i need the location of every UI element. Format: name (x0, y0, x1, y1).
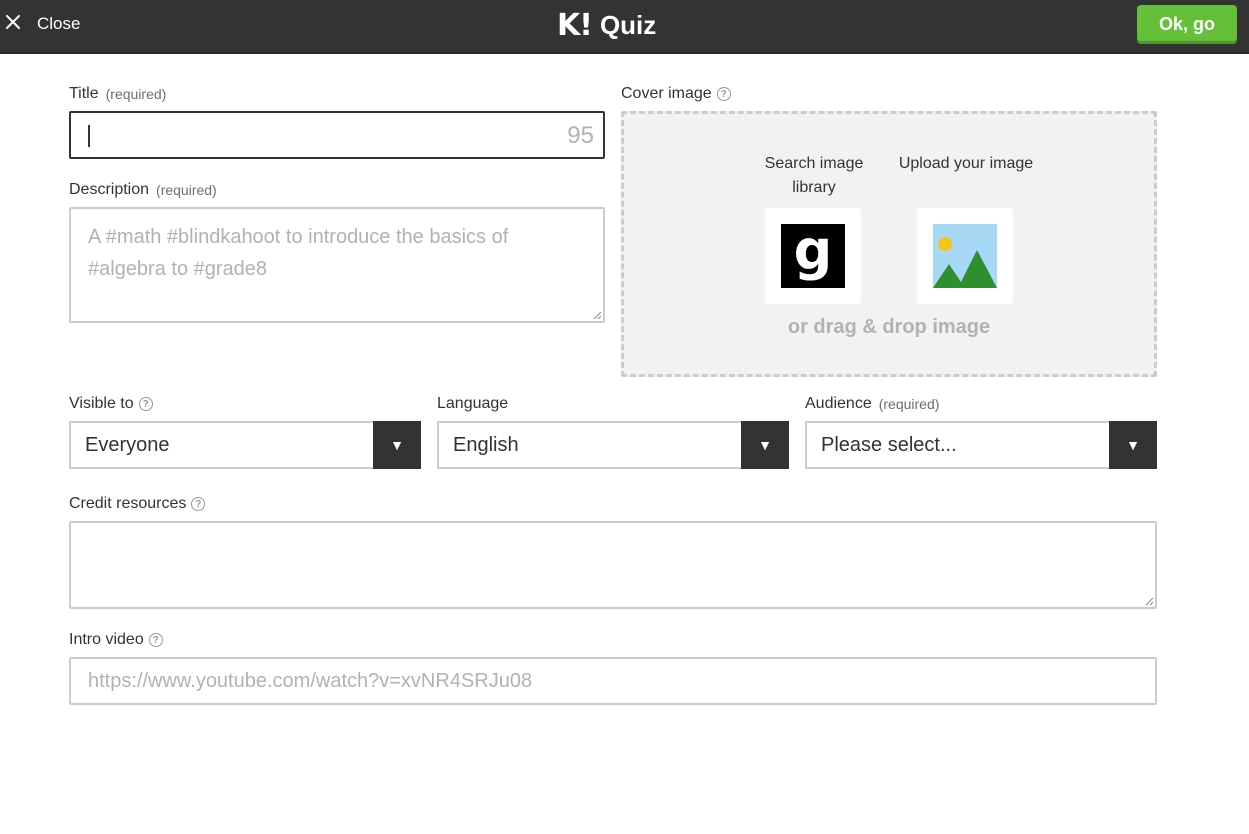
required-hint: (required) (878, 396, 940, 412)
required-hint: (required) (156, 182, 217, 198)
help-icon[interactable]: ? (148, 633, 163, 647)
title-label: Title (required) (69, 85, 166, 103)
search-image-library-button[interactable]: g (765, 208, 861, 304)
intro-video-label: Intro video ? (69, 631, 163, 649)
language-value: English (453, 434, 519, 456)
credit-resources-textarea[interactable] (69, 521, 1157, 609)
search-image-library-label[interactable]: Search image library (744, 152, 884, 200)
credit-resources-label-text: Credit resources (69, 495, 187, 512)
cover-image-dropzone[interactable]: Search image library g Upload your image… (621, 111, 1157, 377)
required-hint: (required) (105, 86, 167, 102)
intro-video-input[interactable]: https://www.youtube.com/watch?v=xvNR4SRJ… (69, 657, 1157, 705)
audience-label: Audience (required) (805, 395, 939, 413)
language-label: Language (437, 395, 508, 413)
audience-label-text: Audience (805, 395, 872, 412)
close-button[interactable]: Close (0, 0, 80, 48)
upload-image-button[interactable] (917, 208, 1013, 304)
text-caret (88, 125, 90, 147)
help-icon[interactable]: ? (716, 87, 731, 101)
credit-resources-label: Credit resources ? (69, 495, 206, 513)
dropdown-arrow-icon[interactable]: ▼ (1109, 421, 1157, 469)
ok-go-button[interactable]: Ok, go (1137, 5, 1237, 44)
description-textarea[interactable]: A #math #blindkahoot to introduce the ba… (69, 207, 605, 323)
visible-to-value: Everyone (85, 434, 170, 456)
close-label: Close (37, 14, 81, 33)
top-bar: Close K! Quiz Ok, go (0, 0, 1249, 54)
visible-to-label-text: Visible to (69, 395, 134, 412)
upload-image-label[interactable]: Upload your image (896, 152, 1036, 176)
app-brand: K! Quiz (557, 7, 657, 43)
resize-grip-icon[interactable] (1144, 596, 1154, 606)
visible-to-select[interactable]: Everyone ▼ (69, 421, 421, 469)
cover-image-label-text: Cover image (621, 85, 712, 102)
language-select[interactable]: English ▼ (437, 421, 789, 469)
title-input[interactable]: 95 (69, 111, 605, 159)
visible-to-label: Visible to ? (69, 395, 153, 413)
resize-grip-icon[interactable] (592, 310, 602, 320)
getty-images-icon: g (781, 224, 845, 288)
cover-image-label: Cover image ? (621, 85, 731, 103)
intro-video-label-text: Intro video (69, 631, 144, 648)
char-counter: 95 (567, 122, 594, 149)
drag-drop-hint: or drag & drop image (787, 316, 991, 338)
intro-video-placeholder: https://www.youtube.com/watch?v=xvNR4SRJ… (88, 670, 533, 692)
audience-select[interactable]: Please select... ▼ (805, 421, 1157, 469)
app-title: Quiz (599, 9, 657, 40)
close-icon (5, 14, 21, 35)
dropdown-arrow-icon[interactable]: ▼ (741, 421, 789, 469)
description-placeholder: A #math #blindkahoot to introduce the ba… (88, 226, 509, 280)
description-label: Description (required) (69, 181, 217, 199)
help-icon[interactable]: ? (191, 497, 206, 511)
dropdown-arrow-icon[interactable]: ▼ (373, 421, 421, 469)
kahoot-logo: K! (557, 7, 593, 43)
help-icon[interactable]: ? (138, 397, 153, 411)
audience-value: Please select... (821, 434, 957, 456)
title-label-text: Title (69, 85, 99, 102)
description-label-text: Description (69, 181, 150, 198)
language-label-text: Language (437, 395, 509, 412)
image-upload-icon (933, 224, 997, 288)
